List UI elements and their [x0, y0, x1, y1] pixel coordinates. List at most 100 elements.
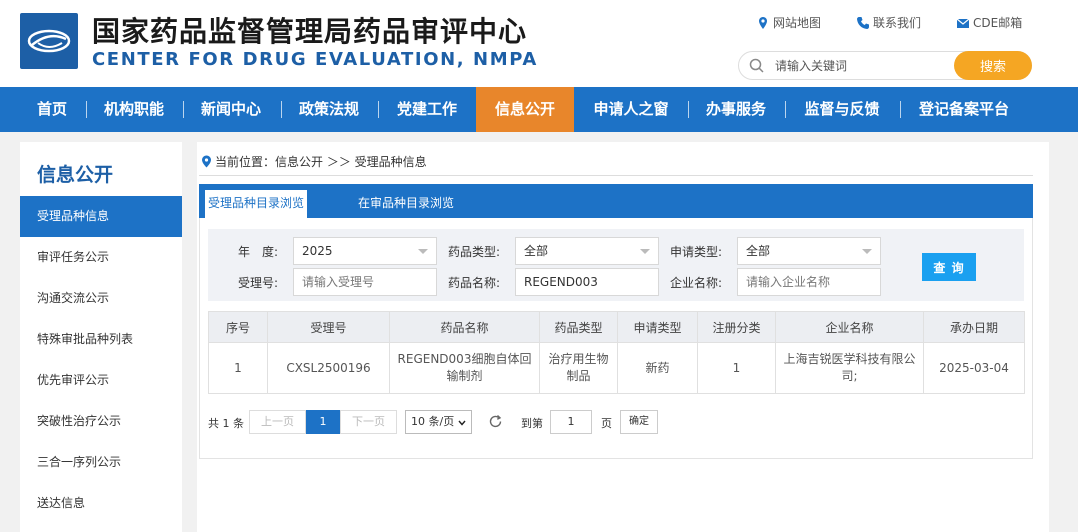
refresh-icon[interactable] [488, 414, 503, 429]
phone-icon [857, 16, 869, 29]
nav-item-news[interactable]: 新闻中心 [187, 87, 275, 132]
nav-item-policy[interactable]: 政策法规 [285, 87, 373, 132]
cell-company: 上海吉锐医学科技有限公司; [775, 342, 924, 394]
sidebar-title: 信息公开 [37, 164, 114, 186]
search-input[interactable] [775, 56, 945, 76]
nav-item-home[interactable]: 首页 [22, 87, 82, 132]
filter-form: 年 度: 2025 药品类型: 全部 申请类型: 全部 受理号: 药品名称: R… [208, 229, 1024, 301]
accept-no-label: 受理号: [238, 276, 279, 290]
cell-reg-class: 1 [697, 342, 776, 394]
search-icon [749, 58, 764, 73]
sidebar-item-delivery[interactable]: 送达信息 [20, 483, 182, 524]
nav-item-info-public[interactable]: 信息公开 [476, 87, 574, 132]
cde-logo[interactable] [20, 13, 78, 69]
main-nav: 首页 机构职能 新闻中心 政策法规 党建工作 信息公开 申请人之窗 办事服务 监… [0, 87, 1078, 132]
search-button[interactable]: 搜索 [954, 51, 1032, 80]
nav-divider [688, 101, 689, 118]
query-panel: 受理品种目录浏览 在审品种目录浏览 年 度: 2025 药品类型: 全部 申请类… [199, 184, 1033, 459]
tab-under-review-catalog[interactable]: 在审品种目录浏览 [351, 188, 461, 218]
nav-item-feedback[interactable]: 监督与反馈 [789, 87, 895, 132]
drug-type-select[interactable]: 全部 [515, 237, 659, 265]
column-header: 药品类型 [539, 311, 618, 343]
cell-drug-type: 治疗用生物制品 [539, 342, 618, 394]
sidebar-item-review-tasks[interactable]: 审评任务公示 [20, 237, 182, 278]
breadcrumb-prefix: 当前位置： [215, 155, 276, 169]
accept-no-input[interactable] [293, 268, 437, 296]
drug-name-label: 药品名称: [448, 276, 501, 290]
page-size-select[interactable]: 10 条/页 [405, 410, 472, 434]
nav-item-services[interactable]: 办事服务 [692, 87, 780, 132]
sidebar: 信息公开 受理品种信息 审评任务公示 沟通交流公示 特殊审批品种列表 优先审评公… [20, 142, 182, 532]
column-header: 承办日期 [923, 311, 1025, 343]
goto-page-input[interactable]: 1 [550, 410, 592, 434]
divider [199, 175, 1033, 176]
sidebar-item-special-approval[interactable]: 特殊审批品种列表 [20, 319, 182, 360]
top-link-mail[interactable]: CDE邮箱 [956, 14, 1022, 31]
chevron-down-icon [862, 249, 872, 254]
column-header: 药品名称 [389, 311, 540, 343]
next-page-button[interactable]: 下一页 [340, 410, 397, 434]
page-size-value: 10 条/页 [411, 415, 455, 428]
column-header: 序号 [208, 311, 268, 343]
main-content: 当前位置： 信息公开 ＞＞ 受理品种信息 受理品种目录浏览 在审品种目录浏览 年… [197, 142, 1049, 532]
cell-drug-name: REGEND003细胞自体回输制剂 [389, 342, 540, 394]
query-button[interactable]: 查 询 [922, 253, 976, 281]
nav-divider [900, 101, 901, 118]
nav-divider [183, 101, 184, 118]
sidebar-item-priority-review[interactable]: 优先审评公示 [20, 360, 182, 401]
site-subtitle: CENTER FOR DRUG EVALUATION, NMPA [92, 49, 538, 70]
prev-page-button[interactable]: 上一页 [249, 410, 306, 434]
chevron-down-icon [458, 420, 466, 426]
cell-accept-no: CXSL2500196 [267, 342, 390, 394]
site-header: 国家药品监督管理局药品审评中心 CENTER FOR DRUG EVALUATI… [0, 0, 1078, 87]
drug-type-label: 药品类型: [448, 245, 501, 259]
cell-date: 2025-03-04 [923, 342, 1025, 394]
nav-item-party[interactable]: 党建工作 [382, 87, 472, 132]
nav-divider [86, 101, 87, 118]
location-pin-icon [202, 155, 211, 168]
company-label: 企业名称: [670, 276, 723, 290]
column-header: 受理号 [267, 311, 390, 343]
nav-divider [785, 101, 786, 118]
nav-item-registration[interactable]: 登记备案平台 [904, 87, 1024, 132]
logo-emblem-icon [27, 29, 71, 53]
total-count: 共 1 条 [208, 417, 244, 430]
nav-item-applicant[interactable]: 申请人之窗 [578, 87, 684, 132]
column-header: 申请类型 [617, 311, 698, 343]
sidebar-item-three-in-one[interactable]: 三合一序列公示 [20, 442, 182, 483]
drug-name-input[interactable]: REGEND003 [515, 268, 659, 296]
chevron-down-icon [640, 249, 650, 254]
breadcrumb: 当前位置： 信息公开 ＞＞ 受理品种信息 [201, 153, 427, 170]
cell-apply-type: 新药 [617, 342, 698, 394]
apply-type-label: 申请类型: [670, 245, 723, 259]
results-table: 序号 受理号 药品名称 药品类型 申请类型 注册分类 企业名称 承办日期 1 C… [208, 311, 1025, 394]
column-header: 注册分类 [697, 311, 776, 343]
nav-divider [378, 101, 379, 118]
top-link-label: 联系我们 [873, 16, 922, 30]
year-select-value: 2025 [302, 244, 333, 258]
table-header-row: 序号 受理号 药品名称 药品类型 申请类型 注册分类 企业名称 承办日期 [208, 311, 1025, 343]
nav-divider [281, 101, 282, 118]
table-row[interactable]: 1 CXSL2500196 REGEND003细胞自体回输制剂 治疗用生物制品 … [208, 342, 1025, 394]
cell-index: 1 [208, 342, 268, 394]
year-label: 年 度: [238, 245, 279, 259]
sidebar-item-accepted-drugs[interactable]: 受理品种信息 [20, 196, 182, 237]
mail-icon [956, 18, 970, 28]
goto-confirm-button[interactable]: 确定 [620, 410, 658, 434]
year-select[interactable]: 2025 [293, 237, 437, 265]
nav-item-functions[interactable]: 机构职能 [90, 87, 178, 132]
top-link-label: 网站地图 [773, 16, 822, 30]
site-search: 搜索 [738, 51, 1032, 80]
page-1-button[interactable]: 1 [306, 410, 340, 434]
company-input[interactable] [737, 268, 881, 296]
tab-accepted-catalog[interactable]: 受理品种目录浏览 [205, 188, 307, 218]
top-link-label: CDE邮箱 [973, 16, 1023, 30]
sidebar-item-breakthrough[interactable]: 突破性治疗公示 [20, 401, 182, 442]
apply-type-select[interactable]: 全部 [737, 237, 881, 265]
site-title: 国家药品监督管理局药品审评中心 [92, 15, 528, 48]
top-link-contact[interactable]: 联系我们 [856, 14, 921, 31]
apply-type-select-value: 全部 [746, 244, 771, 258]
top-link-sitemap[interactable]: 网站地图 [756, 14, 821, 31]
tab-bar: 受理品种目录浏览 在审品种目录浏览 [199, 184, 1033, 218]
sidebar-item-communication[interactable]: 沟通交流公示 [20, 278, 182, 319]
